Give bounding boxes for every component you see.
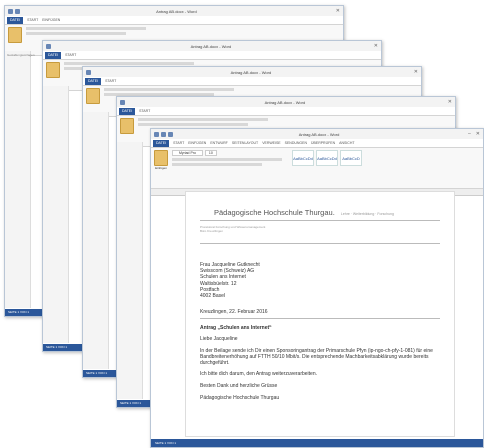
save-icon[interactable] — [120, 99, 125, 105]
ribbon-tabs: DATEI START EINFÜGEN ENTWURF SEITENLAYOU… — [151, 139, 483, 148]
tab-file[interactable]: DATEI — [153, 139, 170, 147]
paste-icon[interactable] — [154, 150, 168, 166]
status-bar: SEITE 1 VON 1 — [151, 439, 483, 447]
close-icon[interactable]: ✕ — [374, 43, 378, 49]
tab-home[interactable]: START — [27, 18, 38, 22]
paste-icon[interactable] — [46, 62, 60, 78]
tab-design[interactable]: ENTWURF — [210, 141, 228, 145]
style-gallery: AaBbCcDd AaBbCcDd AaBbCcD — [292, 150, 362, 166]
window-title: Antrag AB.docx - Word — [230, 69, 272, 75]
body-paragraph: In der Beilage sende ich Dir einen Spons… — [200, 348, 433, 366]
ribbon-tabs: DATEI START — [117, 107, 455, 116]
tab-home[interactable]: START — [65, 53, 76, 57]
minimize-icon[interactable]: – — [468, 131, 471, 137]
ribbon-tabs: DATEI START EINFÜGEN — [5, 16, 343, 25]
recipient-address: Frau Jacqueline Gutknecht Swisscom (Schw… — [200, 262, 260, 300]
small-line: Büro Kreuzlingen — [200, 229, 224, 233]
tab-review[interactable]: ÜBERPRÜFEN — [311, 141, 335, 145]
tab-layout[interactable]: SEITENLAYOUT — [232, 141, 258, 145]
title-bar: Antrag AB.docx - Word ✕ — [117, 97, 455, 107]
tab-home[interactable]: START — [139, 109, 150, 113]
redo-icon[interactable] — [168, 131, 173, 137]
sidebar — [117, 142, 143, 399]
letterhead: Pädagogische Hochschule Thurgau. Lehre ·… — [214, 208, 440, 217]
tab-insert[interactable]: EINFÜGEN — [188, 141, 206, 145]
tab-file[interactable]: DATEI — [45, 51, 62, 59]
window-title: Antrag AB.docx - Word — [190, 43, 232, 49]
undo-icon[interactable] — [161, 131, 166, 137]
close-icon[interactable]: ✕ — [336, 8, 340, 14]
close-icon[interactable]: ✕ — [414, 69, 418, 75]
ribbon-tabs: DATEI START — [83, 77, 421, 86]
save-icon[interactable] — [8, 8, 13, 14]
org-subtitle: Lehre · Weiterbildung · Forschung — [340, 212, 394, 216]
sidebar — [43, 86, 69, 343]
paste-icon[interactable] — [120, 118, 134, 134]
document-page[interactable]: Pädagogische Hochschule Thurgau. Lehre ·… — [185, 191, 455, 437]
title-bar: Antrag AB.docx - Word ✕ — [43, 41, 381, 51]
close-icon[interactable]: ✕ — [448, 99, 452, 105]
sidebar-label: Gestaltungsvorlagen — [7, 53, 35, 57]
tab-insert[interactable]: EINFÜGEN — [42, 18, 60, 22]
save-icon[interactable] — [46, 43, 51, 49]
save-icon[interactable] — [86, 69, 91, 75]
tab-file[interactable]: DATEI — [119, 107, 136, 115]
body-paragraph: Ich bitte dich darum, den Antrag weiterz… — [200, 371, 318, 378]
org-name: Pädagogische Hochschule Thurgau. — [214, 208, 335, 217]
window-title: Antrag AB.docx - Word — [264, 99, 306, 105]
tab-file[interactable]: DATEI — [85, 77, 102, 85]
title-bar: Antrag AB.docx - Word ✕ — [5, 6, 343, 16]
salutation: Liebe Jacqueline — [200, 336, 238, 343]
font-size-select[interactable]: 10 — [204, 150, 217, 156]
window-title: Antrag AB.docx - Word — [156, 8, 197, 14]
date-line: Kreuzlingen, 22. Februar 2016 — [200, 309, 268, 316]
paste-label: Einfügen — [155, 166, 167, 170]
ribbon-tabs: DATEI START — [43, 51, 381, 60]
tab-file[interactable]: DATEI — [7, 16, 24, 24]
save-icon[interactable] — [154, 131, 159, 137]
window-title: Antrag AB.docx - Word — [298, 131, 340, 137]
style-heading-1[interactable]: AaBbCcD — [340, 150, 362, 166]
paste-icon[interactable] — [8, 27, 22, 43]
tab-home[interactable]: START — [105, 79, 116, 83]
signature: Pädagogische Hochschule Thurgau — [200, 395, 280, 401]
font-name-select[interactable]: Myriad Pro — [172, 150, 203, 156]
undo-icon[interactable] — [15, 8, 20, 14]
title-bar: Antrag AB.docx - Word ✕ — [83, 67, 421, 77]
tab-view[interactable]: ANSICHT — [339, 141, 354, 145]
tab-home[interactable]: START — [173, 141, 184, 145]
sidebar: Gestaltungsvorlagen — [5, 51, 35, 308]
paste-icon[interactable] — [86, 88, 100, 104]
tab-mailings[interactable]: SENDUNGEN — [285, 141, 307, 145]
tab-references[interactable]: VERWEISE — [262, 141, 280, 145]
sidebar — [83, 112, 109, 369]
ribbon: Einfügen Myriad Pro 10 AaBbCcDd AaBbCcDd… — [151, 148, 483, 189]
word-window-front: Antrag AB.docx - Word – ✕ DATEI START EI… — [150, 128, 484, 448]
close-icon[interactable]: ✕ — [476, 131, 480, 137]
closing: Besten Dank und herzliche Grüsse — [200, 383, 278, 390]
subject-line: Antrag „Schulen ans Internet“ — [200, 325, 272, 332]
style-standard[interactable]: AaBbCcDd — [292, 150, 314, 166]
title-bar: Antrag AB.docx - Word – ✕ — [151, 129, 483, 139]
style-no-spacing[interactable]: AaBbCcDd — [316, 150, 338, 166]
